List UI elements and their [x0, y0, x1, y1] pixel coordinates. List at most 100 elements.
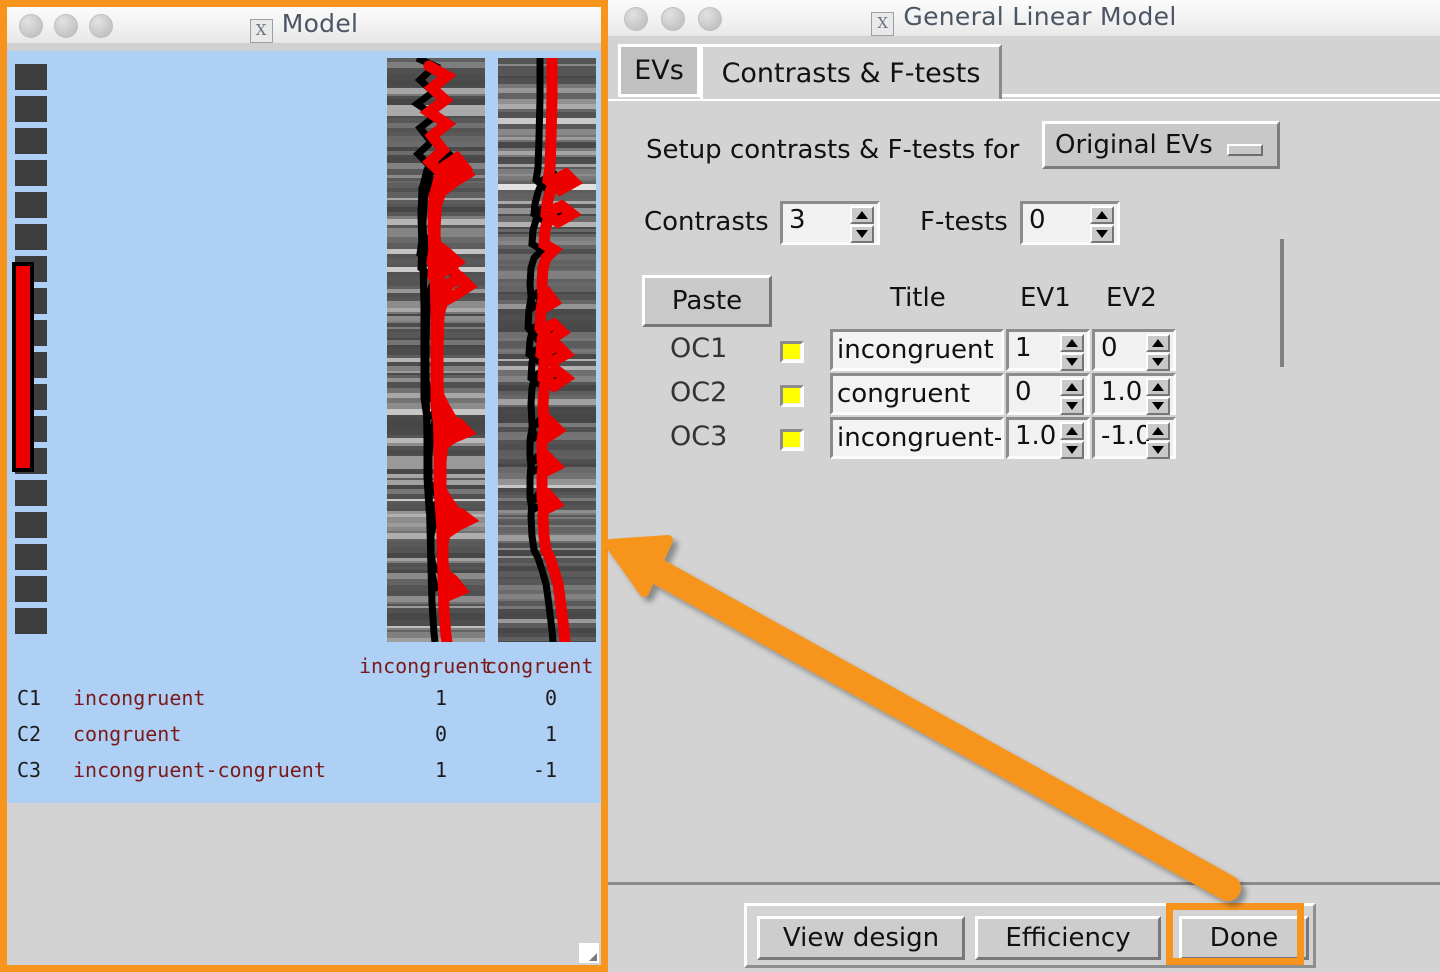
regressor-thumbnail-cell [15, 576, 47, 602]
contrasts-count-stepper[interactable]: 3 [780, 201, 880, 245]
setup-contrasts-label: Setup contrasts & F-tests for [646, 135, 1020, 165]
regressor-thumbnail-cell [15, 128, 47, 154]
tab-bar-underline [1002, 94, 1440, 97]
ev2-stepper-down-button[interactable] [1146, 353, 1170, 371]
glm-titlebar[interactable]: X General Linear Model [608, 0, 1440, 37]
contrast-enable-checkbox[interactable] [780, 341, 804, 363]
ev2-stepper-buttons [1146, 422, 1170, 460]
contrast-ev2-stepper[interactable]: 0 [1092, 329, 1176, 371]
table-row: C2 congruent 0 1 [7, 722, 601, 758]
contrast-ev1-stepper[interactable]: 0 [1006, 373, 1090, 415]
regressor-timeseries-trace-ev2 [524, 58, 583, 642]
regressor-thumbnail-cell [15, 608, 47, 634]
ev1-stepper-down-button[interactable] [1060, 397, 1084, 415]
contrast-table-header: incongruent congruent [7, 654, 601, 680]
ev2-stepper-up-button[interactable] [1146, 422, 1170, 440]
model-window-title-row: X Model [7, 9, 601, 43]
ftests-count-label: F-tests [920, 207, 1008, 237]
design-matrix-column-ev2 [498, 58, 596, 642]
contrast-ev1-stepper[interactable]: 1.0 [1006, 417, 1090, 459]
model-window: X Model incongruent congruent C1 incongr… [0, 0, 608, 972]
ftests-stepper-up-button[interactable] [1090, 206, 1114, 224]
contrast-row-oc2: OC2 congruent 0 1.0 [608, 373, 1440, 417]
contrast-enable-checkbox[interactable] [780, 385, 804, 407]
ev1-stepper-up-button[interactable] [1060, 378, 1084, 396]
ev2-stepper-buttons [1146, 334, 1170, 372]
ev1-stepper-buttons [1060, 422, 1084, 460]
model-design-canvas: incongruent congruent C1 incongruent 1 0… [7, 51, 601, 803]
contrasts-count-value: 3 [789, 205, 806, 235]
contrast-ev1-stepper[interactable]: 1 [1006, 329, 1090, 371]
ev-mode-dropdown-value: Original EVs [1055, 130, 1213, 160]
contrast-name: congruent [73, 722, 182, 746]
contrasts-stepper-down-button[interactable] [850, 225, 874, 243]
ev-mode-dropdown[interactable]: Original EVs [1042, 121, 1280, 169]
tab-evs[interactable]: EVs [618, 44, 700, 97]
regressor-thumbnail-cell [15, 224, 47, 250]
contrast-row-label: OC2 [670, 377, 728, 408]
paste-button-label: Paste [671, 286, 743, 316]
glm-bottom-bar: View design Efficiency Done [608, 880, 1440, 972]
contrast-ev1-value: 1.0 [1015, 421, 1057, 451]
contrast-ev1-value: 0 [434, 722, 447, 746]
contrast-title-input[interactable]: incongruent-congruent [830, 417, 1004, 459]
contrast-ev2-value: 1.0 [1101, 377, 1143, 407]
column-header-title: Title [890, 283, 946, 313]
efficiency-button-label: Efficiency [1005, 923, 1131, 953]
ev1-stepper-up-button[interactable] [1060, 334, 1084, 352]
done-button[interactable]: Done [1179, 916, 1309, 960]
regressor-thumbnail-cell [15, 512, 47, 538]
ev2-stepper-down-button[interactable] [1146, 397, 1170, 415]
view-design-button[interactable]: View design [757, 916, 965, 960]
ftests-stepper-buttons [1090, 206, 1114, 244]
tab-contrasts-label: Contrasts & F-tests [721, 58, 981, 89]
contrast-id: C3 [17, 758, 42, 782]
contrast-id: C2 [17, 722, 42, 746]
ev1-stepper-down-button[interactable] [1060, 353, 1084, 371]
contrast-text-table: incongruent congruent C1 incongruent 1 0… [7, 654, 601, 803]
ev1-stepper-up-button[interactable] [1060, 422, 1084, 440]
contrasts-stepper-up-button[interactable] [850, 206, 874, 224]
regressor-thumbnail-cell [15, 160, 47, 186]
ev2-stepper-up-button[interactable] [1146, 378, 1170, 396]
dropdown-indicator-icon [1227, 144, 1263, 156]
table-row: C1 incongruent 1 0 [7, 686, 601, 722]
ev1-stepper-down-button[interactable] [1060, 441, 1084, 459]
contrast-name: incongruent-congruent [73, 758, 326, 782]
ftests-count-value: 0 [1029, 205, 1046, 235]
ftests-stepper-down-button[interactable] [1090, 225, 1114, 243]
selected-regressor-highlight [12, 262, 34, 472]
view-design-button-label: View design [782, 923, 940, 953]
ev2-stepper-down-button[interactable] [1146, 441, 1170, 459]
ev2-stepper-up-button[interactable] [1146, 334, 1170, 352]
tab-contrasts-and-f-tests[interactable]: Contrasts & F-tests [700, 44, 1002, 100]
contrast-title-input[interactable]: congruent [830, 373, 1004, 415]
contrast-name: incongruent [73, 686, 206, 710]
x-window-icon: X [249, 19, 273, 43]
ev1-stepper-buttons [1060, 334, 1084, 372]
contrast-enable-checkbox[interactable] [780, 429, 804, 451]
x-window-icon: X [871, 12, 895, 36]
bottom-button-group: View design Efficiency Done [744, 903, 1316, 968]
ev1-stepper-buttons [1060, 378, 1084, 416]
contrast-ev2-stepper[interactable]: -1.0 [1092, 417, 1176, 459]
contrast-title-input[interactable]: incongruent [830, 329, 1004, 371]
model-titlebar[interactable]: X Model [7, 7, 601, 44]
model-window-title: Model [281, 9, 359, 38]
ev2-stepper-buttons [1146, 378, 1170, 416]
efficiency-button[interactable]: Efficiency [975, 916, 1161, 960]
tab-bar: EVs Contrasts & F-tests [608, 37, 1440, 100]
regressor-thumbnail-cell [15, 64, 47, 90]
glm-window-title: General Linear Model [903, 2, 1177, 31]
contrast-ev2-value: -1.0 [1101, 421, 1152, 451]
paste-button[interactable]: Paste [642, 275, 772, 327]
panel-top-divider [608, 99, 1440, 101]
contrast-ev1-value: 1 [434, 686, 447, 710]
ftests-count-stepper[interactable]: 0 [1020, 201, 1120, 245]
column-header-ev2: EV2 [1106, 283, 1157, 313]
resize-grip-icon[interactable] [579, 943, 599, 963]
contrasts-stepper-buttons [850, 206, 874, 244]
glm-window-title-row: X General Linear Model [608, 2, 1440, 36]
regressor-timeseries-trace-ev1 [410, 58, 480, 642]
contrast-ev2-stepper[interactable]: 1.0 [1092, 373, 1176, 415]
